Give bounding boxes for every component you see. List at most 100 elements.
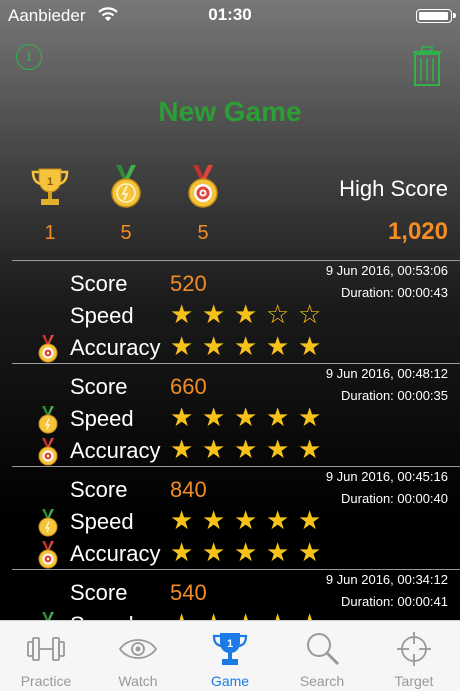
tab-practice[interactable]: Practice bbox=[0, 621, 92, 691]
accuracy-rating: ★ ★ ★ ★ ★ bbox=[170, 436, 330, 464]
svg-text:1: 1 bbox=[227, 638, 233, 650]
star-filled-icon: ★ bbox=[202, 331, 226, 361]
game-date: 9 Jun 2016, 00:34:12 bbox=[325, 572, 448, 587]
new-game-button[interactable]: New Game bbox=[0, 96, 460, 128]
star-filled-icon: ★ bbox=[266, 537, 290, 567]
tab-target[interactable]: Target bbox=[368, 621, 460, 691]
score-label: Score bbox=[70, 271, 128, 296]
star-filled-icon: ★ bbox=[170, 434, 194, 464]
score-value: 840 bbox=[170, 477, 207, 502]
battery-icon bbox=[416, 9, 456, 23]
score-value: 660 bbox=[170, 374, 207, 399]
star-filled-icon: ★ bbox=[266, 434, 290, 464]
star-filled-icon: ★ bbox=[202, 402, 226, 432]
speed-medal-count: 5 bbox=[120, 222, 132, 244]
star-filled-icon: ★ bbox=[298, 537, 322, 567]
tab-label: Target bbox=[394, 673, 434, 689]
star-empty-icon: ☆ bbox=[298, 299, 322, 329]
trophy-icon: 1 bbox=[31, 168, 69, 205]
score-value: 540 bbox=[170, 580, 207, 605]
speed-label: Speed bbox=[70, 406, 134, 431]
star-filled-icon: ★ bbox=[234, 402, 258, 432]
eye-icon bbox=[118, 639, 158, 659]
star-filled-icon: ★ bbox=[170, 402, 194, 432]
star-filled-icon: ★ bbox=[298, 402, 322, 432]
star-filled-icon: ★ bbox=[298, 610, 330, 620]
star-filled-icon: ★ bbox=[266, 331, 290, 361]
accuracy-medal-icon bbox=[36, 335, 60, 363]
crosshair-icon bbox=[397, 632, 431, 666]
status-bar: Aanbieder 01:30 bbox=[0, 0, 460, 30]
star-filled-icon: ★ bbox=[298, 434, 322, 464]
svg-text:1: 1 bbox=[47, 176, 53, 188]
game-history-list[interactable]: Score 520 9 Jun 2016, 00:53:06 Duration:… bbox=[12, 260, 460, 620]
star-filled-icon: ★ bbox=[298, 505, 322, 535]
star-filled-icon: ★ bbox=[202, 299, 226, 329]
star-filled-icon: ★ bbox=[234, 331, 258, 361]
tab-label: Search bbox=[299, 673, 345, 689]
score-label: Score bbox=[70, 477, 128, 502]
game-row[interactable]: Score 660 9 Jun 2016, 00:48:12 Duration:… bbox=[12, 363, 460, 466]
star-empty-icon: ☆ bbox=[266, 299, 290, 329]
accuracy-rating: ★ ★ ★ ★ ★ bbox=[170, 539, 330, 567]
tab-search[interactable]: Search bbox=[276, 621, 368, 691]
accuracy-medal-icon bbox=[36, 541, 60, 569]
trash-button[interactable] bbox=[412, 46, 442, 86]
dumbbell-icon bbox=[27, 637, 65, 661]
speed-label: Speed bbox=[70, 303, 134, 328]
high-score-value: 1,020 bbox=[387, 218, 448, 245]
accuracy-rating: ★ ★ ★ ★ ★ bbox=[170, 333, 330, 361]
speed-rating: ★★★★★ bbox=[170, 610, 330, 620]
game-date: 9 Jun 2016, 00:45:16 bbox=[325, 469, 448, 484]
game-duration: Duration: 00:00:35 bbox=[341, 388, 448, 403]
game-row[interactable]: Score 540 9 Jun 2016, 00:34:12 Duration:… bbox=[12, 569, 460, 620]
score-value: 520 bbox=[170, 271, 207, 296]
star-filled-icon: ★ bbox=[298, 331, 322, 361]
target-medal-icon bbox=[188, 165, 218, 208]
star-filled-icon: ★ bbox=[266, 505, 290, 535]
star-filled-icon: ★ bbox=[202, 610, 234, 620]
accuracy-label: Accuracy bbox=[70, 335, 161, 360]
tab-bar: Practice Watch 1 Game Search Target bbox=[0, 620, 460, 691]
tab-game[interactable]: 1 Game bbox=[184, 621, 276, 691]
game-date: 9 Jun 2016, 00:48:12 bbox=[325, 366, 448, 381]
accuracy-medal-icon bbox=[36, 438, 60, 466]
tab-watch[interactable]: Watch bbox=[92, 621, 184, 691]
status-time: 01:30 bbox=[208, 5, 252, 24]
game-duration: Duration: 00:00:41 bbox=[341, 594, 448, 609]
star-filled-icon: ★ bbox=[234, 610, 266, 620]
star-filled-icon: ★ bbox=[170, 537, 194, 567]
game-duration: Duration: 00:00:43 bbox=[341, 285, 448, 300]
score-label: Score bbox=[70, 374, 128, 399]
high-score-label: High Score bbox=[339, 176, 448, 201]
star-filled-icon: ★ bbox=[202, 537, 226, 567]
star-filled-icon: ★ bbox=[170, 299, 194, 329]
star-filled-icon: ★ bbox=[234, 434, 258, 464]
info-button[interactable]: i bbox=[16, 44, 42, 70]
tab-label: Practice bbox=[20, 673, 72, 689]
game-date: 9 Jun 2016, 00:53:06 bbox=[325, 263, 448, 278]
speed-label: Speed bbox=[70, 509, 134, 534]
speed-label: Speed bbox=[70, 612, 134, 620]
speed-rating: ★ ★ ★ ☆ ☆ bbox=[170, 301, 330, 329]
star-filled-icon: ★ bbox=[202, 505, 226, 535]
trophy-count: 1 bbox=[44, 222, 56, 244]
gold-medal-icon bbox=[111, 165, 141, 208]
game-row[interactable]: Score 840 9 Jun 2016, 00:45:16 Duration:… bbox=[12, 466, 460, 569]
game-row[interactable]: Score 520 9 Jun 2016, 00:53:06 Duration:… bbox=[12, 260, 460, 363]
star-filled-icon: ★ bbox=[266, 610, 298, 620]
game-duration: Duration: 00:00:40 bbox=[341, 491, 448, 506]
score-label: Score bbox=[70, 580, 128, 605]
speed-rating: ★★★★★ bbox=[170, 507, 330, 535]
search-icon bbox=[307, 633, 340, 666]
speed-medal-icon bbox=[36, 406, 60, 434]
speed-medal-icon bbox=[36, 612, 60, 620]
star-filled-icon: ★ bbox=[234, 537, 258, 567]
tab-label: Game bbox=[210, 673, 250, 689]
star-filled-icon: ★ bbox=[234, 505, 258, 535]
tab-label: Watch bbox=[118, 673, 158, 689]
accuracy-label: Accuracy bbox=[70, 438, 161, 463]
speed-rating: ★ ★ ★ ★ ★ bbox=[170, 404, 330, 432]
star-filled-icon: ★ bbox=[266, 402, 290, 432]
star-filled-icon: ★ bbox=[234, 299, 258, 329]
